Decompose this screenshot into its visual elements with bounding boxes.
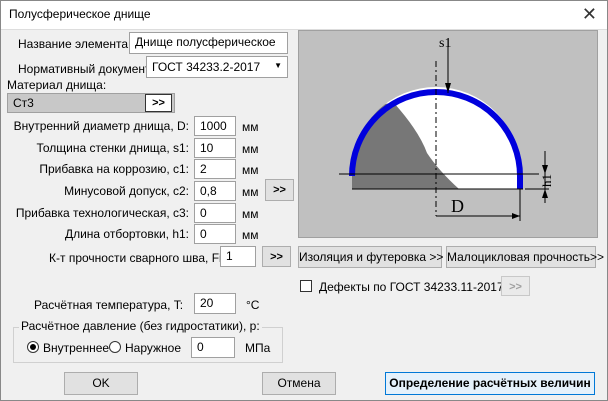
label-s1: s1 bbox=[439, 36, 451, 51]
unit-flange-length: мм bbox=[242, 228, 259, 242]
field-label-flange-length: Длина отбортовки, h1: bbox=[64, 227, 189, 241]
tech-allowance-input[interactable]: 0 bbox=[194, 203, 236, 223]
field-label-thickness: Толщина стенки днища, s1: bbox=[36, 141, 189, 155]
dialog-window: Полусферическое днище ✕ Название элемент… bbox=[0, 0, 608, 401]
element-name-label: Название элемента: bbox=[18, 37, 132, 51]
field-label-corrosion: Прибавка на коррозию, c1: bbox=[39, 162, 189, 176]
weld-label: К-т прочности сварного шва, Fi: bbox=[49, 251, 226, 265]
temp-unit: °C bbox=[246, 298, 260, 312]
pressure-unit: МПа bbox=[245, 341, 271, 355]
ok-button[interactable]: OK bbox=[64, 372, 138, 395]
thickness-input[interactable]: 10 bbox=[194, 138, 236, 158]
norm-doc-value: ГОСТ 34233.2-2017 bbox=[152, 60, 261, 74]
cancel-button[interactable]: Отмена bbox=[262, 372, 336, 395]
unit-thickness: мм bbox=[242, 142, 259, 156]
temp-input[interactable]: 20 bbox=[194, 293, 236, 314]
norm-doc-label: Нормативный документ: bbox=[18, 62, 154, 76]
h1-arrow-top-icon bbox=[542, 165, 548, 174]
weld-button[interactable]: >> bbox=[262, 246, 291, 267]
corrosion-input[interactable]: 2 bbox=[194, 159, 236, 179]
label-d: D bbox=[451, 196, 464, 216]
calc-button[interactable]: Определение расчётных величин bbox=[385, 372, 595, 395]
field-label-minus-tolerance: Минусовой допуск, c2: bbox=[64, 184, 189, 198]
defects-label: Дефекты по ГОСТ 34233.11-2017 bbox=[319, 280, 504, 294]
title-bar: Полусферическое днище ✕ bbox=[1, 1, 607, 30]
pressure-inner-label: Внутреннее bbox=[43, 341, 110, 355]
temp-label: Расчётная температура, T: bbox=[34, 298, 184, 312]
weld-input[interactable]: 1 bbox=[220, 246, 256, 267]
lowcycle-button[interactable]: Малоцикловая прочность>> bbox=[446, 246, 604, 268]
norm-doc-select[interactable]: ГОСТ 34233.2-2017 ▼ bbox=[146, 56, 288, 78]
defects-button[interactable]: >> bbox=[501, 276, 530, 296]
unit-tech-allowance: мм bbox=[242, 207, 259, 221]
diameter-input[interactable]: 1000 bbox=[194, 116, 236, 136]
hemispherical-head-drawing: D s1 h1 bbox=[339, 36, 554, 221]
window-title: Полусферическое днище bbox=[9, 7, 151, 21]
element-name-input[interactable]: Днище полусферическое bbox=[129, 32, 288, 54]
head-diagram: D s1 h1 bbox=[298, 30, 598, 238]
field-label-diameter: Внутренний диаметр днища, D: bbox=[13, 119, 189, 133]
material-label: Материал днища: bbox=[7, 78, 107, 92]
unit-diameter: мм bbox=[242, 120, 259, 134]
pressure-inner-radio[interactable] bbox=[27, 341, 39, 353]
pressure-input[interactable]: 0 bbox=[191, 337, 235, 358]
label-h1: h1 bbox=[539, 174, 554, 187]
close-icon[interactable]: ✕ bbox=[582, 4, 597, 25]
insulation-button[interactable]: Изоляция и футеровка >> bbox=[298, 246, 443, 268]
pressure-outer-radio[interactable] bbox=[109, 341, 121, 353]
material-select-button[interactable]: >> bbox=[145, 94, 172, 112]
minus-tolerance-input[interactable]: 0,8 bbox=[194, 181, 236, 201]
tolerance-button[interactable]: >> bbox=[265, 179, 294, 201]
pressure-group-label: Расчётное давление (без гидростатики), p… bbox=[19, 319, 262, 333]
unit-corrosion: мм bbox=[242, 163, 259, 177]
pressure-outer-label: Наружное bbox=[125, 341, 182, 355]
d-arrow-icon bbox=[512, 213, 520, 219]
unit-minus-tolerance: мм bbox=[242, 185, 259, 199]
chevron-down-icon: ▼ bbox=[274, 61, 282, 70]
field-label-tech-allowance: Прибавка технологическая, c3: bbox=[15, 206, 189, 220]
flange-length-input[interactable]: 0 bbox=[194, 224, 236, 244]
defects-checkbox[interactable] bbox=[300, 280, 312, 292]
h1-arrow-bottom-icon bbox=[542, 189, 548, 198]
